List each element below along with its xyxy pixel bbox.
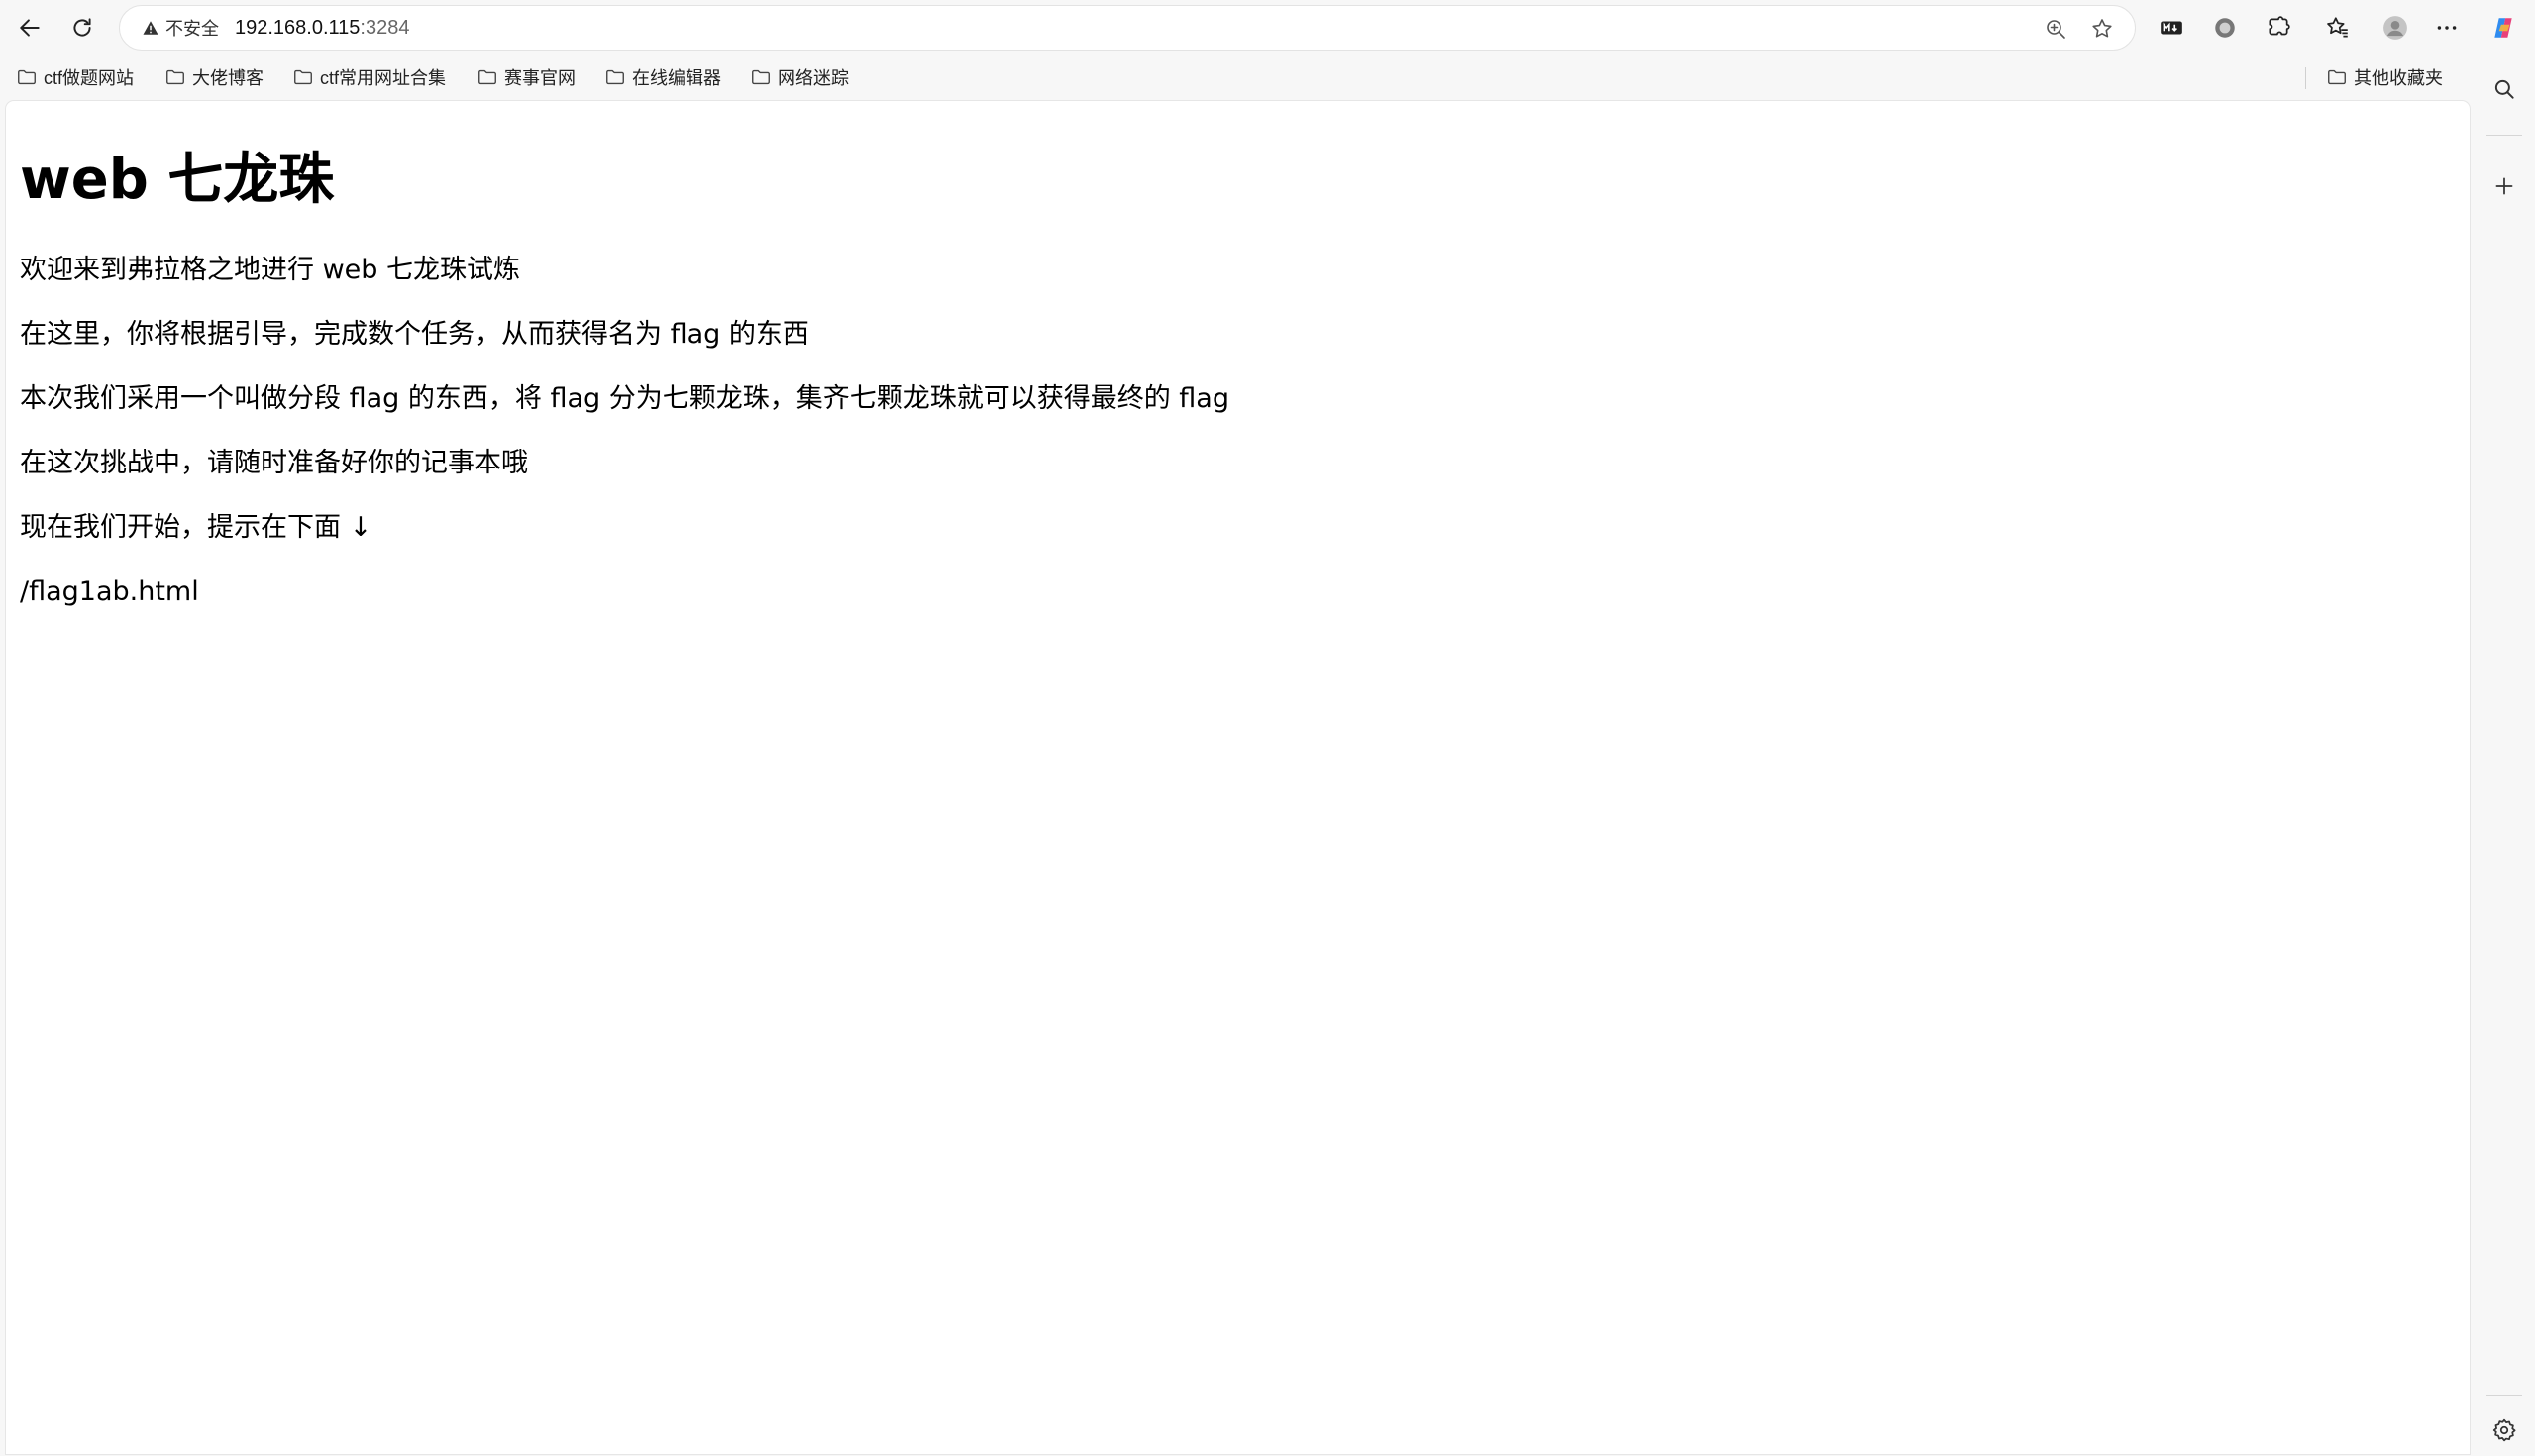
folder-icon: [2328, 69, 2346, 85]
other-bookmarks-folder[interactable]: 其他收藏夹: [2326, 63, 2443, 91]
address-bar[interactable]: 不安全 192.168.0.115:3284: [119, 5, 2136, 51]
other-bookmarks-label: 其他收藏夹: [2354, 68, 2443, 88]
security-label: 不安全: [165, 19, 219, 39]
sidebar-divider: [2486, 135, 2522, 136]
bookmark-folder[interactable]: ctf做题网站: [16, 63, 134, 91]
browser-window: 不安全 192.168.0.115:3284 ctf做题网站 大佬博客 ctf常…: [0, 0, 2535, 1456]
folder-icon: [752, 69, 770, 85]
search-icon[interactable]: [2482, 67, 2526, 111]
bookmark-label: ctf常用网址合集: [320, 68, 447, 88]
bookmark-folder[interactable]: 在线编辑器: [604, 63, 721, 91]
copilot-icon[interactable]: [2482, 6, 2525, 50]
bookmark-label: 赛事官网: [504, 68, 576, 88]
bookmark-folder[interactable]: 赛事官网: [476, 63, 576, 91]
bookmark-label: 大佬博客: [192, 68, 264, 88]
bookmark-label: 在线编辑器: [632, 68, 721, 88]
plus-icon[interactable]: [2482, 164, 2526, 208]
bookmark-label: ctf做题网站: [44, 68, 135, 88]
folder-icon: [606, 69, 624, 85]
browser-toolbar: 不安全 192.168.0.115:3284: [0, 0, 2535, 55]
folder-icon: [294, 69, 312, 85]
more-icon[interactable]: [2425, 6, 2469, 50]
folder-icon: [166, 69, 184, 85]
folder-icon: [478, 69, 496, 85]
sidebar-divider: [2486, 1395, 2522, 1396]
paragraph-hint: 现在我们开始，提示在下面 ↓: [20, 512, 372, 543]
zoom-in-icon[interactable]: [2040, 13, 2071, 45]
star-icon[interactable]: [2086, 13, 2118, 45]
bookmark-folder[interactable]: 大佬博客: [164, 63, 264, 91]
profile-avatar-icon[interactable]: [2374, 6, 2417, 50]
paragraph-guide: 在这里，你将根据引导，完成数个任务，从而获得名为 flag 的东西: [20, 319, 809, 350]
edge-sidebar: [2473, 55, 2535, 1456]
page-viewport: web 七龙珠 欢迎来到弗拉格之地进行 web 七龙珠试炼 在这里，你将根据引导…: [6, 101, 2470, 1454]
bookmark-label: 网络迷踪: [778, 68, 849, 88]
bookmarks-divider: [2305, 67, 2306, 89]
paragraph-welcome: 欢迎来到弗拉格之地进行 web 七龙珠试炼: [20, 255, 520, 285]
url-text[interactable]: 192.168.0.115:3284: [235, 6, 409, 50]
bookmarks-bar: ctf做题网站 大佬博客 ctf常用网址合集 赛事官网 在线编辑器 网络迷踪 其…: [0, 57, 2477, 97]
security-indicator[interactable]: 不安全: [132, 12, 229, 44]
paragraph-segmented-flag: 本次我们采用一个叫做分段 flag 的东西，将 flag 分为七颗龙珠，集齐七颗…: [20, 383, 1229, 414]
refresh-icon[interactable]: [60, 6, 104, 50]
url-port: :3284: [360, 17, 410, 39]
gear-icon[interactable]: [2482, 1408, 2526, 1452]
paragraph-next-path: /flag1ab.html: [20, 576, 199, 607]
bookmark-folder[interactable]: ctf常用网址合集: [292, 63, 446, 91]
warning-icon: [143, 21, 158, 35]
folder-icon: [18, 69, 36, 85]
markdown-extension-icon[interactable]: [2150, 6, 2193, 50]
page-title: web 七龙珠: [20, 148, 335, 212]
paragraph-notebook: 在这次挑战中，请随时准备好你的记事本哦: [20, 448, 528, 478]
page-content: web 七龙珠 欢迎来到弗拉格之地进行 web 七龙珠试炼 在这里，你将根据引导…: [20, 101, 1229, 624]
puzzle-icon[interactable]: [2257, 6, 2300, 50]
favorites-icon[interactable]: [2316, 6, 2360, 50]
record-extension-icon[interactable]: [2203, 6, 2247, 50]
url-host: 192.168.0.115: [235, 17, 361, 39]
bookmark-folder[interactable]: 网络迷踪: [750, 63, 849, 91]
back-arrow-icon[interactable]: [8, 6, 52, 50]
